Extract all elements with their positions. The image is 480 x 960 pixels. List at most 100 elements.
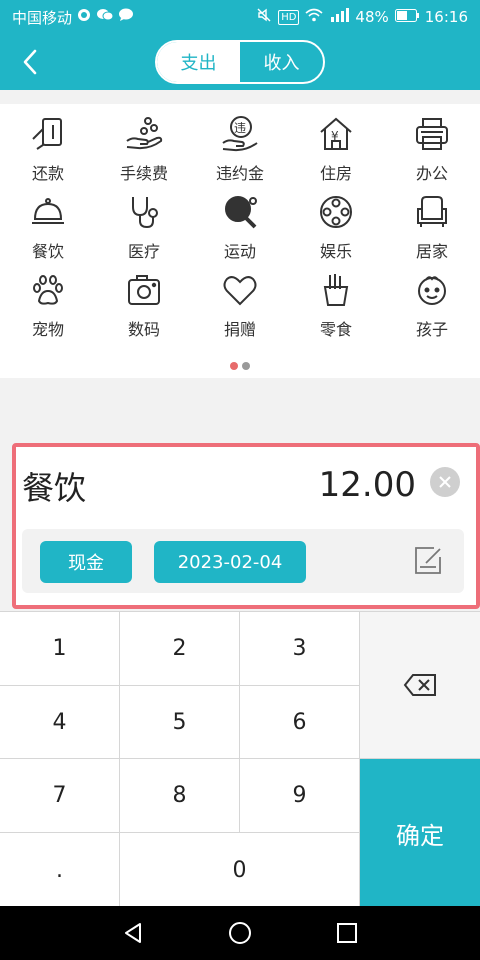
stethoscope-icon xyxy=(124,192,164,232)
square-recents-icon xyxy=(336,923,357,943)
paw-icon xyxy=(28,270,68,310)
key-2[interactable]: 2 xyxy=(120,612,240,686)
category-entertainment[interactable]: 娱乐 xyxy=(288,192,384,270)
category-repayment[interactable]: 还款 xyxy=(0,114,96,192)
chevron-left-icon xyxy=(23,49,37,75)
app-notification-icon xyxy=(76,8,92,26)
food-cloche-icon xyxy=(28,192,68,232)
category-kids[interactable]: 孩子 xyxy=(384,270,480,348)
category-label: 办公 xyxy=(415,164,448,183)
category-home[interactable]: 居家 xyxy=(384,192,480,270)
category-panel: 还款 手续费 违 违约金 ¥ 住房 办公 餐饮 医疗 运动 娱乐 居家 宠物 数… xyxy=(0,104,480,378)
key-decimal[interactable]: . xyxy=(0,833,120,907)
category-snacks[interactable]: 零食 xyxy=(288,270,384,348)
category-donation[interactable]: 捐赠 xyxy=(192,270,288,348)
wechat-icon xyxy=(96,8,114,26)
tab-expense[interactable]: 支出 xyxy=(157,42,240,82)
key-5[interactable]: 5 xyxy=(120,686,240,759)
back-button[interactable] xyxy=(10,42,50,82)
hd-icon: HD xyxy=(278,9,300,25)
category-label: 违约金 xyxy=(215,164,264,183)
close-icon xyxy=(439,476,451,488)
category-label: 孩子 xyxy=(415,320,448,339)
category-label: 数码 xyxy=(127,320,160,339)
fries-icon xyxy=(316,270,356,310)
camera-icon xyxy=(124,270,164,310)
category-label: 手续费 xyxy=(119,164,168,183)
category-label: 还款 xyxy=(31,164,64,183)
category-label: 捐赠 xyxy=(223,320,256,339)
mute-icon xyxy=(256,7,272,27)
category-medical[interactable]: 医疗 xyxy=(96,192,192,270)
top-app-bar: 支出 收入 xyxy=(0,34,480,90)
selected-category: 餐饮 xyxy=(22,469,87,507)
page-dot[interactable] xyxy=(242,362,250,370)
key-1[interactable]: 1 xyxy=(0,612,120,686)
category-digital[interactable]: 数码 xyxy=(96,270,192,348)
category-fee[interactable]: 手续费 xyxy=(96,114,192,192)
nav-home-button[interactable] xyxy=(220,913,260,953)
category-sports[interactable]: 运动 xyxy=(192,192,288,270)
category-label: 娱乐 xyxy=(319,242,352,261)
numeric-keypad: 1 2 3 4 5 6 7 8 9 确定 . 0 xyxy=(0,611,480,907)
category-grid: 还款 手续费 违 违约金 ¥ 住房 办公 餐饮 医疗 运动 娱乐 居家 宠物 数… xyxy=(0,114,480,348)
key-3[interactable]: 3 xyxy=(240,612,360,686)
clock: 16:16 xyxy=(424,8,468,26)
status-bar: 中国移动 HD 48% 16:16 xyxy=(0,0,480,34)
message-icon xyxy=(118,8,134,26)
category-label: 零食 xyxy=(319,320,352,339)
backspace-key[interactable] xyxy=(360,612,480,759)
heart-icon xyxy=(220,270,260,310)
nav-recents-button[interactable] xyxy=(327,913,367,953)
category-dining[interactable]: 餐饮 xyxy=(0,192,96,270)
wifi-icon xyxy=(305,8,323,26)
armchair-icon xyxy=(412,192,452,232)
tab-income[interactable]: 收入 xyxy=(240,42,323,82)
penalty-coin-icon: 违 xyxy=(220,114,260,154)
note-button[interactable] xyxy=(412,543,446,577)
entry-panel: 餐饮 12.00 现金 2023-02-04 xyxy=(12,443,480,609)
repayment-card-icon xyxy=(28,114,68,154)
category-label: 宠物 xyxy=(31,320,64,339)
category-label: 居家 xyxy=(415,242,448,261)
category-label: 医疗 xyxy=(127,242,160,261)
signal-icon xyxy=(329,8,350,26)
house-yen-icon: ¥ xyxy=(316,114,356,154)
ping-pong-icon xyxy=(220,192,260,232)
triangle-back-icon xyxy=(125,923,142,943)
key-4[interactable]: 4 xyxy=(0,686,120,759)
edit-note-icon xyxy=(415,547,441,574)
page-indicator xyxy=(0,362,480,370)
key-6[interactable]: 6 xyxy=(240,686,360,759)
nav-back-button[interactable] xyxy=(113,913,153,953)
category-housing[interactable]: ¥ 住房 xyxy=(288,114,384,192)
amount-display: 12.00 xyxy=(318,465,416,505)
battery-percent: 48% xyxy=(355,8,389,26)
battery-icon xyxy=(394,8,419,26)
key-8[interactable]: 8 xyxy=(120,759,240,833)
entry-options-bar: 现金 2023-02-04 xyxy=(22,529,464,593)
expense-income-toggle: 支出 收入 xyxy=(155,40,325,84)
system-nav-bar xyxy=(0,906,480,960)
key-0[interactable]: 0 xyxy=(120,833,360,907)
svg-text:违: 违 xyxy=(234,121,246,135)
clear-amount-button[interactable] xyxy=(430,467,460,497)
page-dot-active[interactable] xyxy=(230,362,238,370)
date-button[interactable]: 2023-02-04 xyxy=(154,541,306,583)
category-penalty[interactable]: 违 违约金 xyxy=(192,114,288,192)
category-label: 餐饮 xyxy=(31,242,64,261)
category-label: 运动 xyxy=(223,242,256,261)
confirm-button[interactable]: 确定 xyxy=(360,759,480,907)
carrier-label: 中国移动 xyxy=(12,8,73,27)
printer-icon xyxy=(412,114,452,154)
key-9[interactable]: 9 xyxy=(240,759,360,833)
backspace-icon xyxy=(403,674,436,696)
account-button[interactable]: 现金 xyxy=(40,541,132,583)
film-reel-icon xyxy=(316,192,356,232)
circle-home-icon xyxy=(228,922,251,944)
category-label: 住房 xyxy=(319,164,352,183)
hand-coins-icon xyxy=(124,114,164,154)
category-office[interactable]: 办公 xyxy=(384,114,480,192)
key-7[interactable]: 7 xyxy=(0,759,120,833)
category-pets[interactable]: 宠物 xyxy=(0,270,96,348)
